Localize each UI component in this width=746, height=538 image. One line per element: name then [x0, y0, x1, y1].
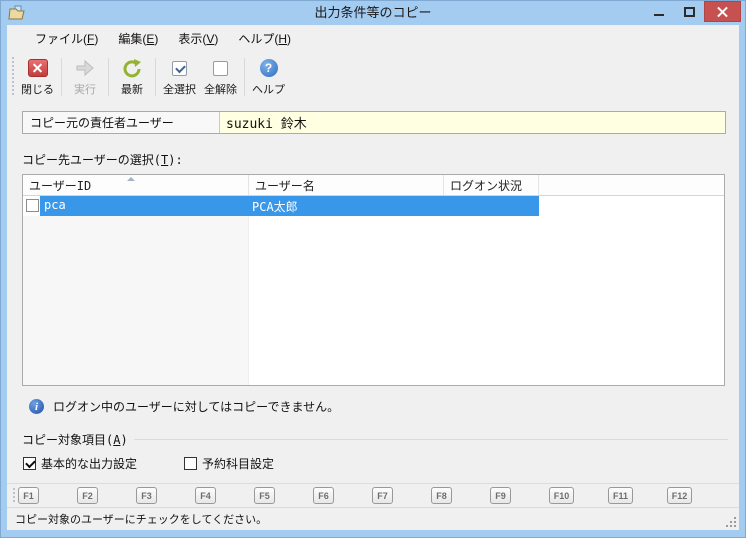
copy-items-options: 基本的な出力設定 予約科目設定: [22, 455, 730, 472]
info-icon: i: [29, 399, 44, 414]
fkey-f6[interactable]: F6: [313, 487, 334, 504]
menu-view[interactable]: 表示(V): [168, 25, 228, 52]
checkbox-checked-icon: [172, 61, 187, 76]
close-button[interactable]: [704, 1, 741, 22]
fkeybar-grip[interactable]: [12, 488, 16, 504]
target-select-label: コピー先ユーザーの選択(T):: [22, 151, 730, 168]
fkey-f9[interactable]: F9: [490, 487, 511, 504]
help-icon: ?: [260, 59, 278, 77]
fkey-f8[interactable]: F8: [431, 487, 452, 504]
source-user-field: コピー元の責任者ユーザー suzuki 鈴木: [22, 111, 726, 134]
fkey-f2[interactable]: F2: [77, 487, 98, 504]
toolbar-help-button[interactable]: ? ヘルプ: [248, 55, 289, 99]
toolbar-refresh-button[interactable]: 最新: [112, 55, 152, 99]
row-checkbox[interactable]: [26, 199, 39, 212]
toolbar-separator: [61, 58, 62, 96]
fkey-f4[interactable]: F4: [195, 487, 216, 504]
app-window: 出力条件等のコピー ファイル(F) 編集(E) 表示(V) ヘルプ(H) 閉じる: [0, 0, 746, 538]
fkey-f7[interactable]: F7: [372, 487, 393, 504]
cell-user-name: PCA太郎: [252, 198, 298, 215]
fkey-f5[interactable]: F5: [254, 487, 275, 504]
function-key-bar: F1 F2 F3 F4 F5 F6 F7 F8 F9 F10 F11 F12: [7, 483, 739, 507]
toolbar-separator: [108, 58, 109, 96]
status-message: コピー対象のユーザーにチェックをしてください。: [15, 511, 267, 527]
toolbar: 閉じる 実行 最新: [7, 52, 739, 102]
minimize-button[interactable]: [644, 1, 674, 22]
maximize-icon: [684, 7, 695, 17]
status-bar: コピー対象のユーザーにチェックをしてください。: [7, 507, 739, 530]
copy-items-label: コピー対象項目(A): [22, 431, 128, 448]
user-table: ユーザーID ユーザー名 ログオン状況 pca PCA太郎: [22, 174, 725, 386]
option-reserved-account-settings[interactable]: 予約科目設定: [183, 455, 274, 472]
menubar: ファイル(F) 編集(E) 表示(V) ヘルプ(H): [7, 25, 739, 52]
resize-grip-icon[interactable]: [726, 517, 736, 527]
table-empty-area: [23, 216, 724, 385]
maximize-button[interactable]: [674, 1, 704, 22]
fkey-f3[interactable]: F3: [136, 487, 157, 504]
fkey-f12[interactable]: F12: [667, 487, 692, 504]
toolbar-select-all-button[interactable]: 全選択: [159, 55, 200, 99]
toolbar-grip[interactable]: [11, 57, 15, 97]
column-header-user-name[interactable]: ユーザー名: [249, 175, 444, 195]
group-divider: [134, 439, 728, 440]
info-message-row: i ログオン中のユーザーに対してはコピーできません。: [22, 398, 730, 415]
table-header: ユーザーID ユーザー名 ログオン状況: [23, 175, 724, 196]
menu-file[interactable]: ファイル(F): [25, 25, 108, 52]
titlebar: 出力条件等のコピー: [1, 1, 745, 25]
menu-edit[interactable]: 編集(E): [108, 25, 168, 52]
checkbox-empty-icon[interactable]: [184, 457, 197, 470]
checkbox-checked-icon[interactable]: [23, 457, 36, 470]
toolbar-run-button[interactable]: 実行: [65, 55, 105, 99]
refresh-icon: [121, 57, 143, 79]
toolbar-separator: [244, 58, 245, 96]
info-message: ログオン中のユーザーに対してはコピーできません。: [53, 398, 339, 415]
toolbar-close-button[interactable]: 閉じる: [17, 55, 58, 99]
checkbox-empty-icon: [213, 61, 228, 76]
toolbar-separator: [155, 58, 156, 96]
cell-user-id: pca: [44, 198, 66, 212]
run-arrow-icon: [74, 57, 96, 79]
column-header-logon-status[interactable]: ログオン状況: [444, 175, 539, 195]
column-header-user-id[interactable]: ユーザーID: [23, 175, 249, 195]
fkey-f11[interactable]: F11: [608, 487, 633, 504]
copy-items-group: コピー対象項目(A): [22, 431, 730, 448]
window-title: 出力条件等のコピー: [1, 1, 745, 25]
fkey-f10[interactable]: F10: [549, 487, 574, 504]
sort-ascending-icon: [127, 177, 135, 181]
fkey-f1[interactable]: F1: [18, 487, 39, 504]
close-x-icon: [28, 59, 48, 77]
source-user-value[interactable]: suzuki 鈴木: [220, 112, 725, 133]
main-panel: コピー元の責任者ユーザー suzuki 鈴木 コピー先ユーザーの選択(T): ユ…: [7, 102, 739, 483]
toolbar-deselect-all-button[interactable]: 全解除: [200, 55, 241, 99]
source-user-label: コピー元の責任者ユーザー: [23, 112, 220, 133]
minimize-icon: [654, 14, 664, 16]
option-basic-output-settings[interactable]: 基本的な出力設定: [22, 455, 137, 472]
table-row[interactable]: pca PCA太郎: [23, 196, 724, 216]
menu-help[interactable]: ヘルプ(H): [228, 25, 301, 52]
